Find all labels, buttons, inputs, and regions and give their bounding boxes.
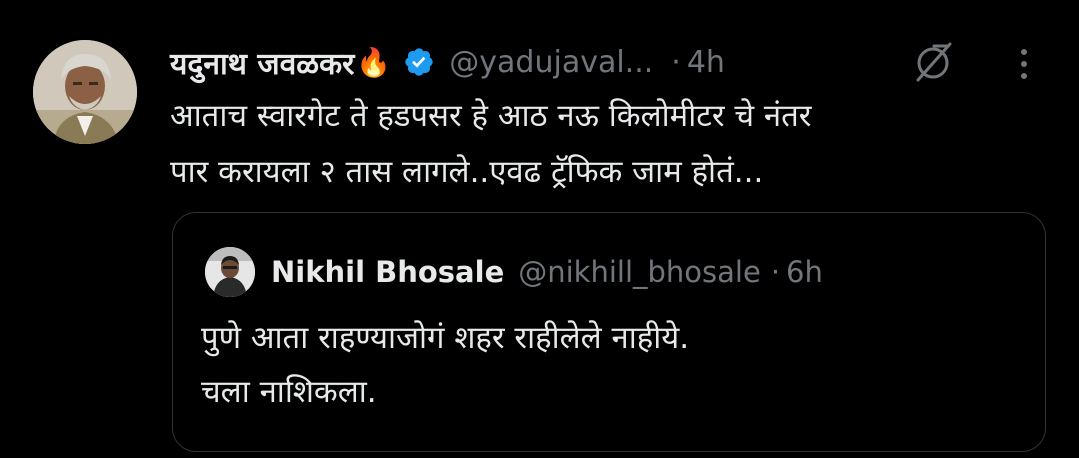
author-avatar[interactable] [33, 40, 137, 144]
grok-icon[interactable] [912, 40, 956, 84]
quoted-text-line: पुणे आता राहण्याजोगं शहर राहीलेले नाहीये… [201, 320, 690, 356]
separator-dot: · [770, 255, 781, 289]
tweet-text-line: पार करायला २ तास लागले..एवढ ट्रॅफिक जाम … [170, 154, 764, 190]
tweet-text-line: आताच स्वारगेट ते हडपसर हे आठ नऊ किलोमीटर… [170, 98, 812, 134]
verified-badge-icon [403, 46, 435, 78]
quoted-text-line: चला नाशिकला. [201, 374, 377, 410]
quoted-timestamp[interactable]: 6h [786, 255, 823, 289]
fire-emoji: 🔥 [356, 45, 392, 79]
author-handle[interactable]: @yadujaval... [449, 45, 653, 80]
quoted-tweet-text: पुणे आता राहण्याजोगं शहर राहीलेले नाहीये… [201, 311, 1021, 419]
quoted-author-avatar[interactable] [205, 247, 255, 297]
more-options-icon[interactable] [1012, 44, 1036, 84]
tweet-header: यदुनाथ जवळकर 🔥 @yadujaval... · 4h [170, 38, 725, 86]
author-name[interactable]: यदुनाथ जवळकर [170, 42, 354, 83]
quoted-author-name[interactable]: Nikhil Bhosale [271, 255, 504, 289]
quoted-author-handle[interactable]: @nikhill_bhosale [518, 255, 761, 289]
timestamp[interactable]: 4h [687, 45, 725, 80]
tweet[interactable]: यदुनाथ जवळकर 🔥 @yadujaval... · 4h आताच स… [0, 0, 1079, 458]
tweet-text: आताच स्वारगेट ते हडपसर हे आठ नऊ किलोमीटर… [170, 88, 1050, 200]
separator-dot: · [671, 44, 681, 80]
quoted-tweet[interactable]: Nikhil Bhosale @nikhill_bhosale · 6h पुण… [172, 212, 1046, 452]
quoted-tweet-header: Nikhil Bhosale @nikhill_bhosale · 6h [271, 249, 823, 295]
